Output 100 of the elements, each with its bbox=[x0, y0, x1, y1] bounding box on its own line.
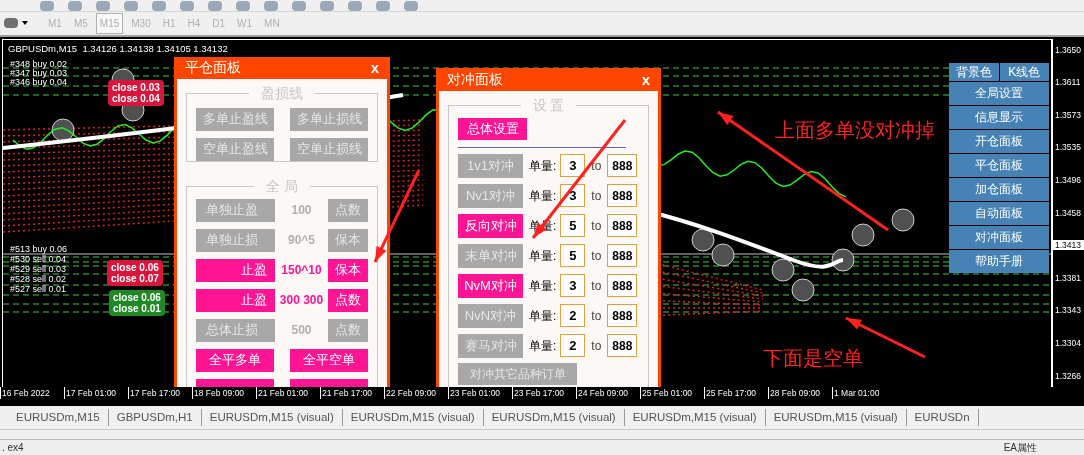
quantity-field[interactable]: 2 bbox=[560, 334, 586, 358]
price-label: 1.3413 bbox=[1053, 240, 1084, 251]
chart-tab[interactable]: GBPUSDm,H1 bbox=[108, 409, 202, 427]
time-label: 21 Feb 17:00 bbox=[320, 386, 384, 400]
close-tag-text: close 0.06 bbox=[113, 291, 161, 303]
line-tool-icon[interactable] bbox=[4, 18, 18, 29]
order-label: #513 buy 0.06 bbox=[10, 243, 68, 254]
menu-button[interactable]: 平仓面板 bbox=[949, 153, 1049, 177]
toolbar-icon[interactable] bbox=[376, 0, 390, 11]
quantity-field[interactable]: 5 bbox=[560, 214, 586, 238]
menu-button[interactable]: 开仓面板 bbox=[949, 129, 1049, 153]
price-label: 1.3458 bbox=[1054, 207, 1082, 218]
caret-icon[interactable] bbox=[22, 21, 28, 26]
chart-tab[interactable]: EURUSDm,M15 bbox=[8, 409, 109, 427]
toolbar-icon[interactable] bbox=[208, 0, 222, 11]
quantity-field[interactable]: 5 bbox=[560, 244, 586, 268]
close-button[interactable]: x bbox=[641, 71, 650, 87]
close-tag[interactable]: close 0.06 close 0.01 bbox=[109, 289, 165, 316]
close-tag[interactable]: close 0.06 close 0.07 bbox=[107, 259, 163, 286]
toolbar-icon[interactable] bbox=[68, 0, 82, 11]
menu-button[interactable]: 全局设置 bbox=[949, 81, 1049, 105]
order-label: #528 sell 0.02 bbox=[10, 273, 68, 284]
setting-button[interactable]: 止盈 bbox=[196, 288, 275, 312]
price-label: 1.3381 bbox=[1054, 272, 1082, 283]
menu-button[interactable]: 加仓面板 bbox=[949, 177, 1049, 201]
close-tag-text: close 0.04 bbox=[112, 92, 160, 104]
max-field[interactable]: 888 bbox=[607, 184, 638, 208]
toolbar-icon[interactable] bbox=[404, 0, 418, 11]
chart-tab[interactable]: EURUSDm,M15 (visual) bbox=[483, 409, 625, 427]
time-label: 16 Feb 2022 bbox=[0, 386, 64, 400]
overall-settings-button[interactable]: 总体设置 bbox=[458, 117, 527, 140]
toolbar-icon[interactable] bbox=[264, 0, 278, 11]
setting-button[interactable]: 止盈 bbox=[196, 258, 275, 282]
to-label: to bbox=[591, 307, 602, 325]
trade-marker bbox=[711, 243, 735, 267]
menu-button[interactable]: 信息显示 bbox=[949, 105, 1049, 129]
toolbar-icon[interactable] bbox=[292, 0, 306, 11]
order-label: #529 sell 0.03 bbox=[10, 263, 68, 274]
menu-button[interactable]: 对冲面板 bbox=[949, 225, 1049, 249]
chart-tab[interactable]: EURUSDm,M15 (visual) bbox=[624, 409, 766, 427]
properties-tab[interactable]: EA属性 bbox=[1003, 440, 1037, 455]
max-field[interactable]: 888 bbox=[607, 154, 638, 178]
quantity-label: 单量: bbox=[529, 187, 557, 205]
panel-title: 对冲面板 bbox=[447, 69, 503, 89]
quantity-label: 单量: bbox=[529, 307, 557, 325]
setting-value: 90^5 bbox=[287, 232, 316, 250]
price-label: 1.3266 bbox=[1054, 370, 1082, 381]
max-field[interactable]: 888 bbox=[607, 274, 638, 298]
toolbar-icon[interactable] bbox=[236, 0, 250, 11]
toolbar-icon[interactable] bbox=[348, 0, 362, 11]
trade-marker bbox=[771, 258, 795, 282]
toolbar-icon[interactable] bbox=[96, 0, 110, 11]
partial-button[interactable] bbox=[196, 378, 274, 387]
toolbar-icon[interactable] bbox=[124, 0, 138, 11]
color-button[interactable]: K线色 bbox=[999, 62, 1049, 81]
max-field[interactable]: 888 bbox=[607, 244, 638, 268]
toolbar-icon[interactable] bbox=[152, 0, 166, 11]
order-label: #530 sell 0.04 bbox=[10, 253, 68, 264]
trade-marker bbox=[791, 278, 815, 302]
timeframe-button[interactable]: M15 bbox=[95, 12, 124, 34]
time-label: 1 Mar 01:00 bbox=[832, 386, 896, 400]
mode-button[interactable]: 保本 bbox=[328, 258, 368, 282]
color-button[interactable]: 背景色 bbox=[949, 62, 999, 81]
quantity-field[interactable]: 2 bbox=[560, 304, 586, 328]
chart-tab[interactable]: EURUSDm,M15 (visual) bbox=[342, 409, 484, 427]
chart-tab[interactable]: EURUSDm,M15 (visual) bbox=[765, 409, 907, 427]
chart-tab[interactable]: EURUSDm,M15 (visual) bbox=[201, 409, 343, 427]
close-all-button[interactable]: 全平多单 bbox=[196, 348, 274, 372]
time-label: 25 Feb 01:00 bbox=[640, 386, 704, 400]
close-tag[interactable]: close 0.03 close 0.04 bbox=[108, 79, 164, 106]
close-all-button[interactable]: 全平空单 bbox=[290, 348, 368, 372]
quantity-field[interactable]: 3 bbox=[560, 274, 586, 298]
time-label: 22 Feb 09:00 bbox=[384, 386, 448, 400]
max-field[interactable]: 888 bbox=[607, 304, 638, 328]
trade-marker bbox=[831, 248, 855, 272]
hedge-mode-button[interactable]: NvM对冲 bbox=[458, 273, 523, 298]
max-field[interactable]: 888 bbox=[607, 214, 638, 238]
quantity-field[interactable]: 3 bbox=[560, 154, 586, 178]
price-label: 1.3304 bbox=[1054, 337, 1082, 348]
trade-marker bbox=[691, 228, 715, 252]
quantity-label: 单量: bbox=[529, 277, 557, 295]
price-label: 1.3611 bbox=[1054, 77, 1082, 88]
chart-tab[interactable]: EURUSDn bbox=[906, 409, 979, 427]
close-button[interactable]: x bbox=[370, 60, 379, 76]
hedge-mode-button[interactable]: 反向对冲 bbox=[458, 213, 523, 238]
chart-title: GBPUSDm,M15 1.34126 1.34138 1.34105 1.34132 bbox=[8, 41, 228, 56]
setting-value: 500 bbox=[290, 322, 313, 340]
menu-button[interactable]: 帮助手册 bbox=[949, 249, 1049, 273]
setting-value: 100 bbox=[290, 202, 313, 220]
file-name: . ex4 bbox=[2, 441, 24, 455]
time-label: 28 Feb 09:00 bbox=[768, 386, 832, 400]
toolbar-icon[interactable] bbox=[320, 0, 334, 11]
to-label: to bbox=[591, 217, 602, 235]
mode-button[interactable]: 点数 bbox=[328, 288, 368, 312]
price-label: 1.3650 bbox=[1054, 44, 1082, 55]
menu-button[interactable]: 自动面板 bbox=[949, 201, 1049, 225]
max-field[interactable]: 888 bbox=[607, 334, 638, 358]
toolbar-icon[interactable] bbox=[40, 0, 54, 11]
partial-button[interactable] bbox=[290, 378, 368, 387]
toolbar-icon[interactable] bbox=[180, 0, 194, 11]
